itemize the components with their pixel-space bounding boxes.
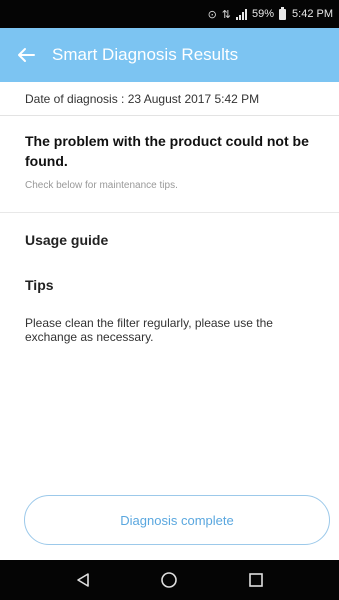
back-button[interactable]: [0, 28, 52, 82]
alarm-icon: ⊙: [207, 8, 217, 21]
arrow-left-icon: [18, 48, 35, 62]
nav-recents-button[interactable]: [236, 560, 276, 600]
diagnosis-date-text: Date of diagnosis : 23 August 2017 5:42 …: [25, 91, 260, 106]
nav-back-button[interactable]: [63, 560, 103, 600]
page-title: Smart Diagnosis Results: [52, 45, 239, 64]
diagnosis-date: Date of diagnosis : 23 August 2017 5:42 …: [0, 82, 339, 116]
diagnosis-complete-button[interactable]: Diagnosis complete: [24, 495, 330, 545]
tips-text: Please clean the filter regularly, pleas…: [25, 316, 273, 344]
status-bar: ⊙ ⇅ 59% 5:42 PM: [0, 0, 339, 28]
battery-percent: 59%: [252, 8, 275, 20]
network-icon: ⇅: [221, 8, 231, 21]
tips-heading: Tips: [25, 277, 54, 293]
result-subtext: Check below for maintenance tips.: [25, 180, 178, 191]
battery-icon: [279, 6, 287, 20]
back-triangle-icon: [77, 573, 89, 587]
signal-icon: [236, 8, 247, 20]
result-block: The problem with the product could not b…: [0, 117, 339, 213]
usage-guide-heading: Usage guide: [25, 232, 109, 248]
nav-home-button[interactable]: [149, 560, 189, 600]
status-time: 5:42 PM: [292, 8, 333, 20]
recents-square-icon: [249, 573, 263, 587]
navigation-bar: [0, 560, 339, 600]
home-circle-icon: [161, 572, 178, 588]
result-heading: The problem with the product could not b…: [25, 133, 309, 169]
app-bar: Smart Diagnosis Results: [0, 28, 339, 82]
